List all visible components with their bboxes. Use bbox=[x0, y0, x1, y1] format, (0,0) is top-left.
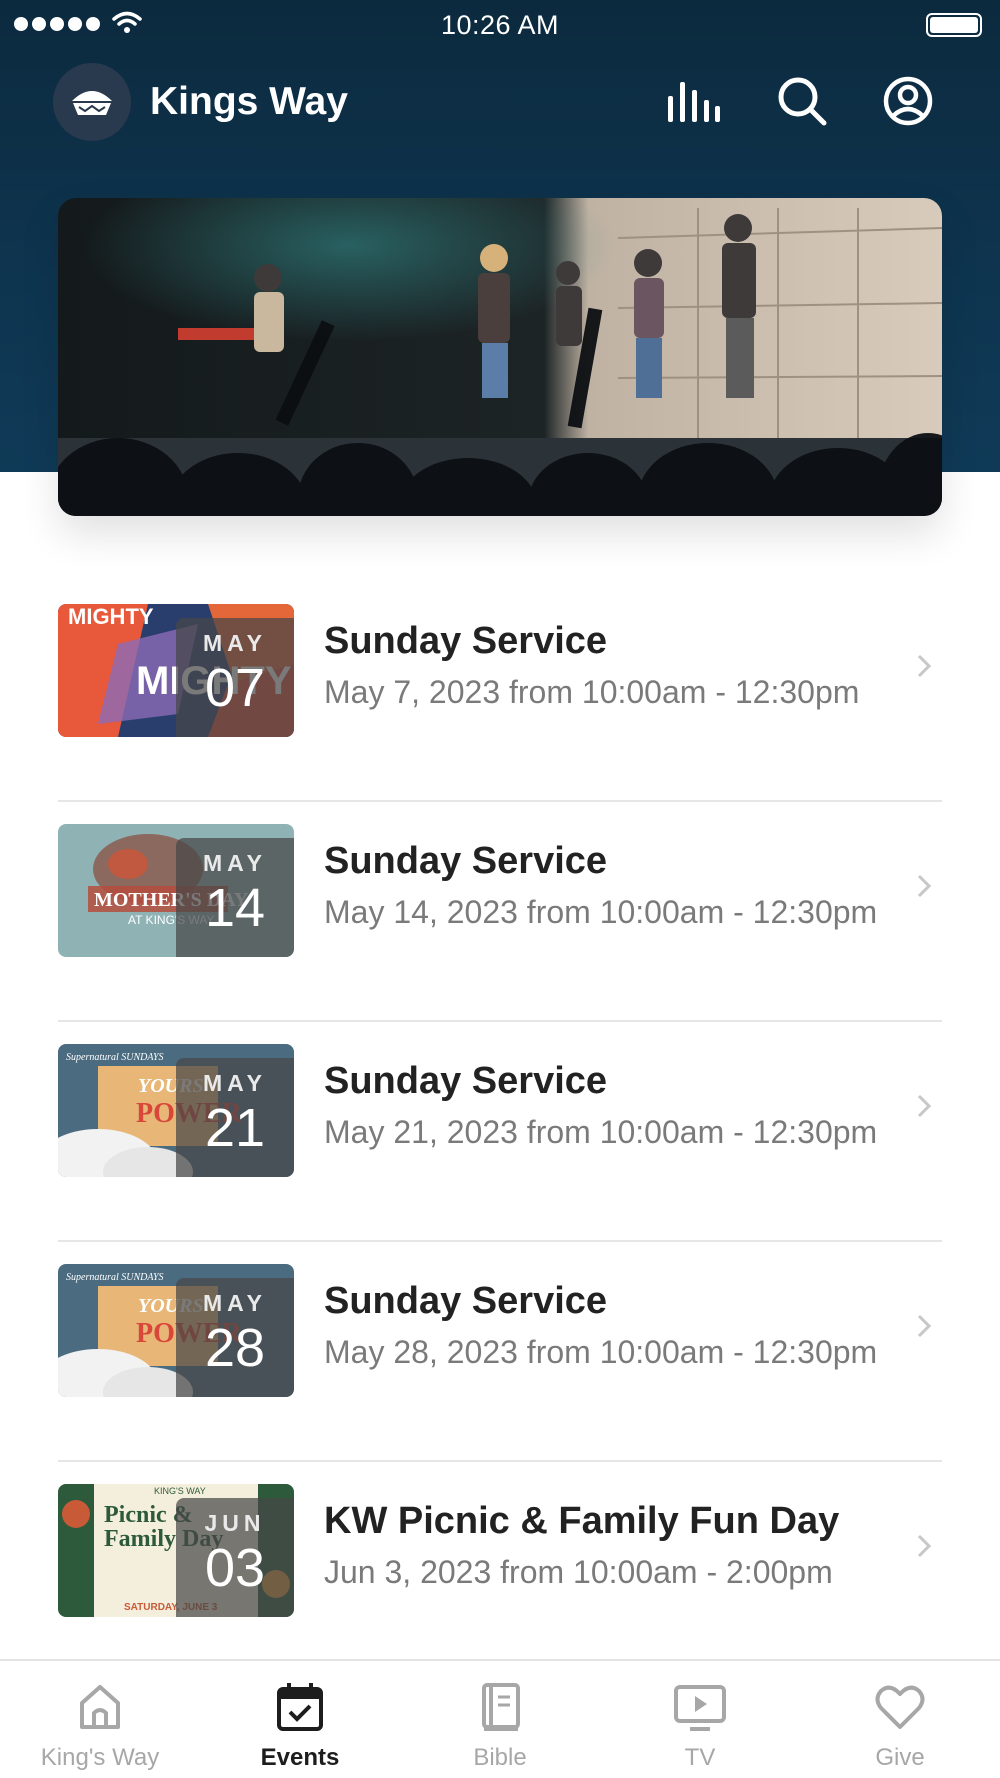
tab-tv[interactable]: TV bbox=[600, 1661, 800, 1778]
svg-text:Supernatural SUNDAYS: Supernatural SUNDAYS bbox=[66, 1272, 164, 1283]
event-datetime: Jun 3, 2023 from 10:00am - 2:00pm bbox=[324, 1554, 833, 1590]
status-bar: 10:26 AM bbox=[0, 0, 1000, 50]
hero-banner-image[interactable] bbox=[58, 198, 942, 516]
bottom-tab-bar: King's Way Events Bible TV Give bbox=[0, 1659, 1000, 1778]
event-title: Sunday Service bbox=[324, 1280, 608, 1322]
event-title: Sunday Service bbox=[324, 1060, 608, 1102]
chevron-right-icon bbox=[917, 654, 932, 678]
home-icon bbox=[80, 1685, 120, 1729]
event-thumbnail: MOTHER'S DAY AT KING'S WAY MAY 14 bbox=[58, 824, 294, 957]
event-row[interactable]: Supernatural SUNDAYS YOURS POWER MAY 28 … bbox=[58, 1242, 942, 1462]
tv-icon bbox=[674, 1685, 726, 1731]
tab-bible[interactable]: Bible bbox=[400, 1661, 600, 1778]
event-datetime: May 21, 2023 from 10:00am - 12:30pm bbox=[324, 1114, 878, 1150]
profile-button[interactable] bbox=[879, 72, 937, 130]
status-time: 10:26 AM bbox=[440, 10, 560, 40]
date-badge: MAY 28 bbox=[176, 1278, 294, 1397]
date-badge: JUN 03 bbox=[176, 1498, 294, 1617]
app-title: Kings Way bbox=[150, 80, 348, 123]
event-thumbnail: MIGHTY MIGHTY MAY 07 bbox=[58, 604, 294, 737]
event-list: MIGHTY MIGHTY MAY 07 Sunday Service May … bbox=[58, 582, 942, 1682]
event-datetime: May 28, 2023 from 10:00am - 12:30pm bbox=[324, 1334, 878, 1370]
church-logo[interactable] bbox=[53, 63, 131, 141]
chevron-right-icon bbox=[917, 1534, 932, 1558]
audio-button[interactable] bbox=[665, 72, 723, 130]
event-title: Sunday Service bbox=[324, 840, 608, 882]
search-icon bbox=[778, 77, 827, 126]
date-badge: MAY 14 bbox=[176, 838, 294, 957]
account-icon bbox=[883, 76, 933, 126]
chevron-right-icon bbox=[917, 874, 932, 898]
worship-band-photo bbox=[58, 198, 942, 516]
event-title: KW Picnic & Family Fun Day bbox=[324, 1500, 840, 1542]
date-badge: MAY 07 bbox=[176, 618, 294, 737]
chevron-right-icon bbox=[917, 1094, 932, 1118]
event-thumbnail: KING'S WAY Picnic & Family Day SATURDAY,… bbox=[58, 1484, 294, 1617]
event-row[interactable]: MIGHTY MIGHTY MAY 07 Sunday Service May … bbox=[58, 582, 942, 802]
event-title: Sunday Service bbox=[324, 620, 608, 662]
svg-text:Supernatural SUNDAYS: Supernatural SUNDAYS bbox=[66, 1052, 164, 1063]
event-datetime: May 14, 2023 from 10:00am - 12:30pm bbox=[324, 894, 878, 930]
tab-give[interactable]: Give bbox=[800, 1661, 1000, 1778]
crown-icon bbox=[72, 91, 112, 115]
heart-icon bbox=[875, 1685, 925, 1729]
event-thumbnail: Supernatural SUNDAYS YOURS POWER MAY 21 bbox=[58, 1044, 294, 1177]
event-row[interactable]: MOTHER'S DAY AT KING'S WAY MAY 14 Sunday… bbox=[58, 802, 942, 1022]
audio-bars-icon bbox=[668, 82, 720, 122]
tab-events[interactable]: Events bbox=[200, 1661, 400, 1778]
search-button[interactable] bbox=[773, 72, 831, 130]
event-datetime: May 7, 2023 from 10:00am - 12:30pm bbox=[324, 674, 860, 710]
calendar-icon bbox=[277, 1683, 323, 1731]
tab-kings-way[interactable]: King's Way bbox=[0, 1661, 200, 1778]
chevron-right-icon bbox=[917, 1314, 932, 1338]
app-bar: Kings Way bbox=[0, 60, 1000, 150]
svg-text:KING'S WAY: KING'S WAY bbox=[154, 1486, 206, 1496]
event-row[interactable]: Supernatural SUNDAYS YOURS POWER MAY 21 … bbox=[58, 1022, 942, 1242]
book-icon bbox=[482, 1683, 520, 1731]
event-thumbnail: Supernatural SUNDAYS YOURS POWER MAY 28 bbox=[58, 1264, 294, 1397]
svg-text:MIGHTY: MIGHTY bbox=[68, 604, 154, 629]
event-row[interactable]: KING'S WAY Picnic & Family Day SATURDAY,… bbox=[58, 1462, 942, 1682]
battery-icon bbox=[926, 13, 982, 37]
date-badge: MAY 21 bbox=[176, 1058, 294, 1177]
